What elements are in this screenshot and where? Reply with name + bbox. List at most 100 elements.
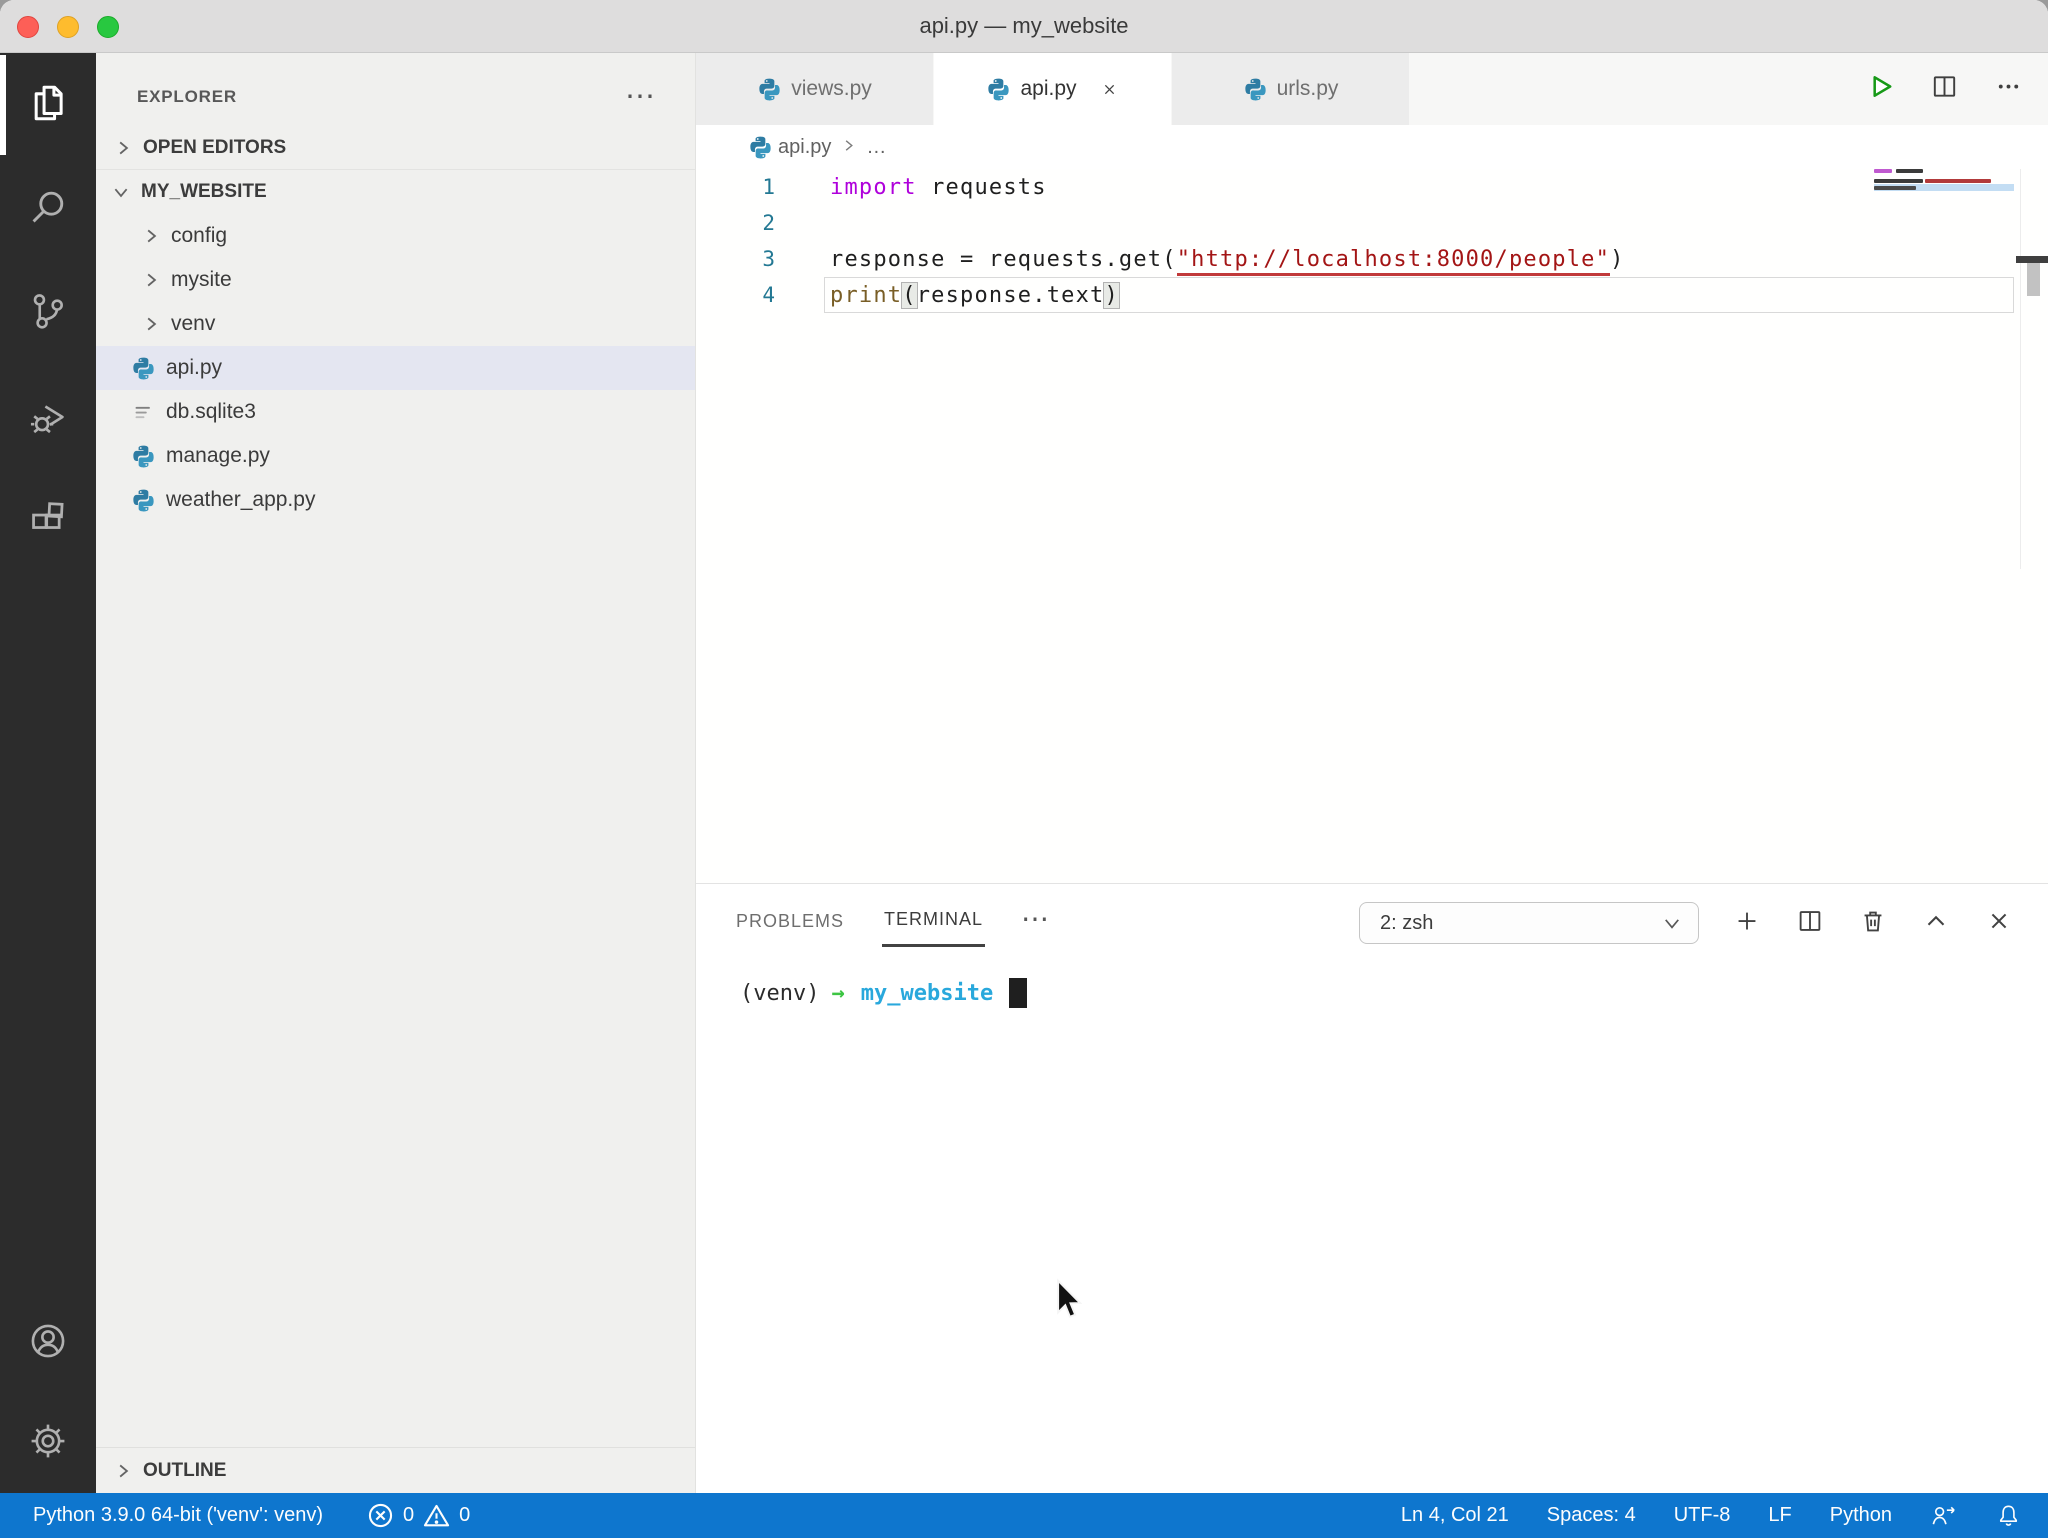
tab-api-py[interactable]: api.py: [934, 53, 1172, 125]
file-tree: config mysite venv api.py db.sqlite3 manage.p…: [96, 214, 695, 522]
breadcrumb[interactable]: api.py …: [696, 125, 2048, 169]
code-token: response.text: [916, 282, 1105, 308]
tree-item-label: venv: [171, 312, 216, 335]
explorer-sidebar: EXPLORER ⋯ OPEN EDITORS MY_WEBSITE confi…: [96, 53, 696, 1493]
close-window-button[interactable]: [17, 16, 39, 38]
python-file-icon: [1243, 77, 1266, 102]
maximize-panel-button[interactable]: [1921, 906, 1951, 941]
feedback-icon[interactable]: [1930, 1502, 1957, 1529]
code-token: "http://localhost:8000/people": [1176, 246, 1611, 276]
outline-section[interactable]: OUTLINE: [96, 1447, 695, 1493]
code-text: import requests: [830, 175, 1047, 200]
python-file-icon: [131, 488, 156, 513]
panel-more-actions-icon[interactable]: ⋯: [1021, 905, 1051, 933]
chevron-down-icon: [1662, 913, 1682, 933]
panel-tab-problems[interactable]: PROBLEMS: [734, 901, 846, 946]
minimize-window-button[interactable]: [57, 16, 79, 38]
minimap-line: [1925, 179, 1991, 183]
activity-accounts[interactable]: [0, 1293, 96, 1393]
cursor-position-status[interactable]: Ln 4, Col 21: [1401, 1504, 1509, 1527]
activity-explorer[interactable]: [0, 53, 96, 157]
panel-header: PROBLEMS TERMINAL ⋯ 2: zsh: [696, 884, 2048, 962]
terminal-shell-selector[interactable]: 2: zsh: [1359, 902, 1699, 944]
code-token: =: [960, 246, 989, 272]
zoom-window-button[interactable]: [97, 16, 119, 38]
tree-item-label: db.sqlite3: [166, 400, 256, 423]
run-python-file-button[interactable]: [1865, 71, 1896, 107]
close-panel-button[interactable]: [1984, 906, 2014, 941]
breadcrumb-file[interactable]: api.py: [778, 136, 831, 159]
activity-extensions[interactable]: [0, 469, 96, 573]
editor-tab-bar: views.py api.py urls.py: [696, 53, 2048, 125]
search-icon: [27, 186, 69, 233]
tab-label: urls.py: [1276, 77, 1339, 100]
folder-venv[interactable]: venv: [96, 302, 695, 346]
trash-icon: [1858, 906, 1888, 941]
chevron-right-icon: [110, 139, 136, 157]
extensions-icon: [27, 498, 69, 545]
code-token: (: [901, 281, 918, 309]
file-weather-app-py[interactable]: weather_app.py: [96, 478, 695, 522]
open-editors-section[interactable]: OPEN EDITORS: [96, 126, 695, 170]
eol-status[interactable]: LF: [1768, 1504, 1791, 1527]
file-api-py[interactable]: api.py: [96, 346, 695, 390]
code-token: ): [1610, 246, 1625, 272]
minimap-line: [1874, 179, 1923, 183]
file-manage-py[interactable]: manage.py: [96, 434, 695, 478]
explorer-more-actions-icon[interactable]: ⋯: [625, 81, 657, 111]
editor-tabs: views.py api.py urls.py: [696, 53, 1410, 125]
new-terminal-button[interactable]: [1732, 906, 1762, 941]
status-right-items: Ln 4, Col 21 Spaces: 4 UTF-8 LF Python: [1401, 1504, 1892, 1527]
more-actions-button[interactable]: [1993, 71, 2024, 107]
status-bar: Python 3.9.0 64-bit ('venv': venv) 0 0 L…: [0, 1493, 2048, 1538]
language-mode-status[interactable]: Python: [1830, 1504, 1892, 1527]
encoding-status[interactable]: UTF-8: [1674, 1504, 1731, 1527]
folder-config[interactable]: config: [96, 214, 695, 258]
workbench: EXPLORER ⋯ OPEN EDITORS MY_WEBSITE confi…: [0, 53, 2048, 1493]
split-editor-button[interactable]: [1929, 71, 1960, 107]
activity-manage[interactable]: [0, 1393, 96, 1493]
close-tab-icon[interactable]: [1100, 80, 1119, 99]
line-number: 3: [762, 247, 775, 271]
activity-bar-bottom: [0, 1293, 96, 1493]
code-token: requests.get(: [988, 246, 1177, 272]
folder-mysite[interactable]: mysite: [96, 258, 695, 302]
terminal[interactable]: (venv) → my_website: [696, 962, 2048, 1493]
chevron-up-icon: [1921, 906, 1951, 941]
python-interpreter-status[interactable]: Python 3.9.0 64-bit ('venv': venv): [33, 1504, 323, 1527]
code-text: print(response.text): [830, 281, 1120, 309]
code-line-1: 1 import requests: [696, 169, 2048, 205]
minimap[interactable]: [1874, 169, 2014, 259]
sidebar-header: EXPLORER ⋯: [96, 53, 695, 126]
activity-source-control[interactable]: [0, 261, 96, 365]
editor-scrollbar[interactable]: [2027, 263, 2040, 296]
indentation-status[interactable]: Spaces: 4: [1547, 1504, 1636, 1527]
root-folder-my-website[interactable]: MY_WEBSITE: [96, 170, 695, 214]
python-file-icon: [757, 77, 780, 102]
breadcrumb-symbol[interactable]: …: [866, 136, 886, 159]
status-bar-right: Ln 4, Col 21 Spaces: 4 UTF-8 LF Python: [1401, 1502, 2022, 1529]
file-db-sqlite3[interactable]: db.sqlite3: [96, 390, 695, 434]
error-count: 0: [403, 1504, 415, 1526]
panel-tab-terminal[interactable]: TERMINAL: [882, 899, 986, 947]
notifications-bell-icon[interactable]: [1995, 1502, 2022, 1529]
tab-urls-py[interactable]: urls.py: [1172, 53, 1410, 125]
account-icon: [27, 1320, 69, 1367]
tab-views-py[interactable]: views.py: [696, 53, 934, 125]
chevron-down-icon: [108, 183, 134, 201]
split-terminal-button[interactable]: [1795, 906, 1825, 941]
code-line-3: 3 response = requests.get("http://localho…: [696, 241, 2048, 277]
chevron-right-icon: [138, 271, 164, 289]
tree-item-label: config: [171, 224, 228, 247]
code-token: print: [830, 282, 903, 308]
problems-status[interactable]: 0 0: [367, 1502, 470, 1529]
terminal-cwd: my_website: [860, 980, 994, 1006]
close-icon: [1984, 906, 2014, 941]
activity-search[interactable]: [0, 157, 96, 261]
kill-terminal-button[interactable]: [1858, 906, 1888, 941]
activity-run-and-debug[interactable]: [0, 365, 96, 469]
terminal-prompt-line: (venv) → my_website: [740, 974, 2048, 1012]
code-editor[interactable]: 1 import requests 2 3 response = requests.ge…: [696, 169, 2048, 883]
title-bar: api.py — my_website: [0, 0, 2048, 53]
code-text: response = requests.get("http://localhos…: [830, 246, 1625, 276]
